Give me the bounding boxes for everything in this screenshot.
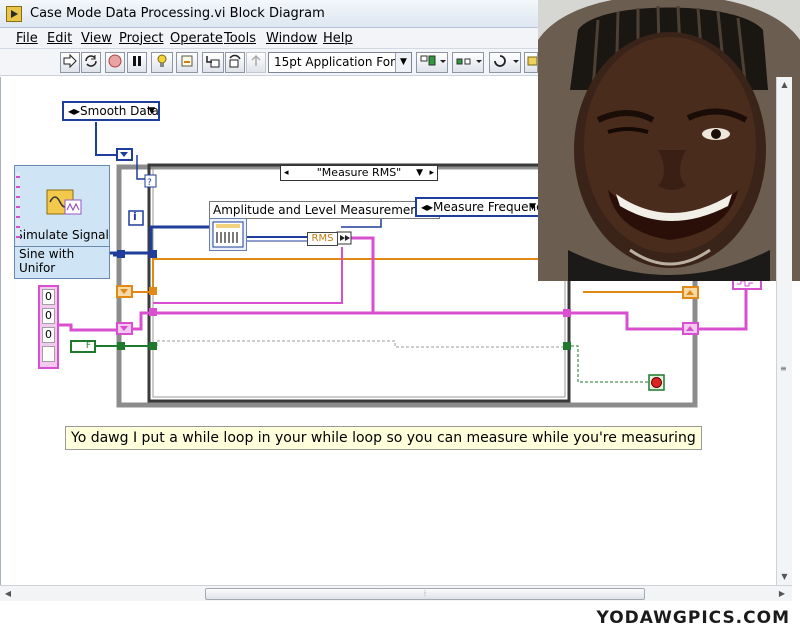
simulate-signal-icon (46, 189, 82, 215)
stop-icon (108, 54, 122, 68)
dropdown-arrow-icon: ▼ (148, 106, 155, 116)
footer: YODAWGPICS.COM (0, 601, 800, 633)
lightbulb-icon (157, 54, 167, 67)
cleanup-diagram-button[interactable] (524, 52, 538, 73)
numeric-wire (125, 258, 567, 293)
font-selector-value: 15pt Application Font (274, 55, 403, 69)
smooth-data-label: Smooth Data (80, 104, 159, 118)
case-selector-value: "Measure RMS" (316, 166, 402, 179)
menu-help[interactable]: Help (323, 31, 353, 46)
case-selector[interactable]: ◂ "Measure RMS" ▼ ▸ (280, 165, 438, 181)
caption-comment: Yo dawg I put a while loop in your while… (65, 426, 702, 450)
highlight-execution-button[interactable] (151, 52, 173, 73)
simulate-signal-mode: Sine with Unifor (19, 247, 75, 275)
horizontal-scrollbar[interactable]: ◀ ⦙ ▶ (0, 585, 792, 601)
array-wire (59, 323, 119, 332)
simulate-signal-node[interactable]: Simulate Signal Sine with Unifor (14, 165, 110, 279)
step-out-icon (251, 54, 261, 66)
site-watermark: YODAWGPICS.COM (596, 608, 790, 628)
dropdown-arrow-icon: ▼ (529, 202, 536, 212)
array-element-empty (42, 346, 55, 362)
reorder-icon (494, 55, 519, 67)
scroll-right-icon[interactable]: ▶ (776, 588, 788, 600)
amplitude-measurements-node[interactable] (209, 218, 247, 251)
run-arrow-icon (63, 53, 77, 69)
run-continuously-icon (85, 55, 97, 67)
pause-button[interactable] (127, 52, 147, 73)
laughing-man-portrait (538, 0, 800, 281)
labview-app-icon (6, 6, 22, 22)
array-element: 0 (42, 308, 55, 324)
increment-arrows-icon: ◂▸ (421, 200, 434, 214)
font-selector[interactable]: 15pt Application Font ▼ (268, 52, 412, 73)
tunnel (117, 250, 125, 258)
scroll-left-icon[interactable]: ◀ (2, 588, 14, 600)
array-constant[interactable]: 0 0 0 (38, 285, 59, 369)
case-increment-icon: ▸ (429, 168, 434, 178)
horizontal-scroll-thumb[interactable]: ⦙ (205, 588, 645, 600)
array-element: 0 (42, 289, 55, 305)
run-button[interactable] (60, 52, 80, 73)
probe-icon (181, 55, 193, 67)
menu-project[interactable]: Project (119, 31, 163, 46)
menu-edit[interactable]: Edit (47, 31, 72, 46)
signal-dynamic-wire (110, 225, 209, 255)
step-into-icon (206, 56, 220, 68)
menu-file[interactable]: File (16, 31, 38, 46)
step-over-button[interactable] (225, 52, 245, 73)
menu-tools[interactable]: Tools (224, 31, 256, 46)
smooth-data-constant[interactable]: ◂▸Smooth Data ▼ (62, 101, 160, 121)
run-continuously-button[interactable] (81, 52, 101, 73)
cleanup-icon (527, 56, 537, 66)
reorder-button[interactable] (489, 52, 521, 73)
false-constant-value: F (85, 341, 91, 351)
rms-output-terminal[interactable]: RMS (307, 232, 338, 246)
align-objects-icon (420, 55, 446, 66)
align-objects-button[interactable] (416, 52, 448, 73)
vertical-scrollbar[interactable]: ▲ ≡ ▼ (776, 77, 792, 585)
array-element: 0 (42, 327, 55, 343)
case-dropdown-icon: ▼ (416, 168, 423, 178)
menu-window[interactable]: Window (266, 31, 317, 46)
chevron-down-icon: ▼ (395, 53, 411, 72)
abort-button[interactable] (105, 52, 125, 73)
scroll-down-icon[interactable]: ▼ (779, 571, 790, 582)
increment-arrows-icon: ◂▸ (68, 104, 81, 118)
iteration-terminal: i (133, 210, 137, 223)
menu-operate[interactable]: Operate (170, 31, 223, 46)
meme-face-photo (538, 0, 800, 281)
menu-view[interactable]: View (81, 31, 112, 46)
express-vi-label: Amplitude and Level Measurements2 (209, 201, 441, 219)
case-decrement-icon: ◂ (284, 168, 289, 178)
distribute-objects-button[interactable] (452, 52, 484, 73)
distribute-objects-icon (456, 58, 482, 65)
measure-frequency-constant[interactable]: ◂▸Measure Frequency ▼ (415, 197, 550, 217)
step-over-icon (229, 54, 241, 68)
scroll-grip-icon: ≡ (780, 364, 787, 373)
false-constant[interactable]: F (70, 340, 96, 353)
step-into-button[interactable] (202, 52, 224, 73)
scroll-up-icon[interactable]: ▲ (779, 79, 790, 90)
retain-wire-values-button[interactable] (176, 52, 198, 73)
window-title: Case Mode Data Processing.vi Block Diagr… (30, 6, 325, 21)
pause-icon (133, 56, 141, 66)
waveform-measure-icon (212, 221, 244, 248)
simulate-signal-label: Simulate Signal (15, 228, 109, 242)
svg-text:?: ? (147, 178, 152, 188)
step-out-button[interactable] (246, 52, 266, 73)
